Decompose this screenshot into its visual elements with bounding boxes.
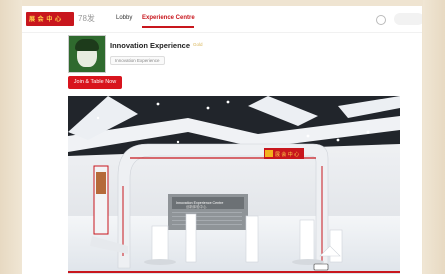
scene-screen-sub: 创新体验中心 [186,204,207,209]
booth-3d-scene[interactable]: 展 会 中 心 Innovation Experience Centre 创新体… [68,96,400,274]
site-logo[interactable]: 展 会 中 心 [26,12,74,26]
logo-sub-text: 78发 [78,14,95,23]
nav-active-underline [142,26,194,28]
scene-illustration: 展 会 中 心 Innovation Experience Centre 创新体… [68,96,400,274]
logo-text: 展 会 中 心 [29,17,62,23]
background-left [0,0,22,274]
scene-sign: 展 会 中 心 [275,151,299,158]
nav-experience-centre[interactable]: Experience Centre [142,15,195,21]
booth-badge: Gold [193,42,203,47]
page-container: 展 会 中 心 78发 Lobby Experience Centre Inno… [22,6,422,274]
top-nav: 展 会 中 心 78发 Lobby Experience Centre [22,6,422,33]
background-right [423,0,445,274]
booth-title: Innovation Experience [110,41,191,50]
nav-lobby[interactable]: Lobby [116,15,132,21]
booth-tag: Innovation Experience [110,56,165,65]
user-icon[interactable] [376,15,386,25]
search-input[interactable] [394,13,422,25]
join-table-button[interactable]: Join & Table Now [68,76,122,89]
avatar-hair [75,39,99,51]
booth-avatar [68,35,106,73]
